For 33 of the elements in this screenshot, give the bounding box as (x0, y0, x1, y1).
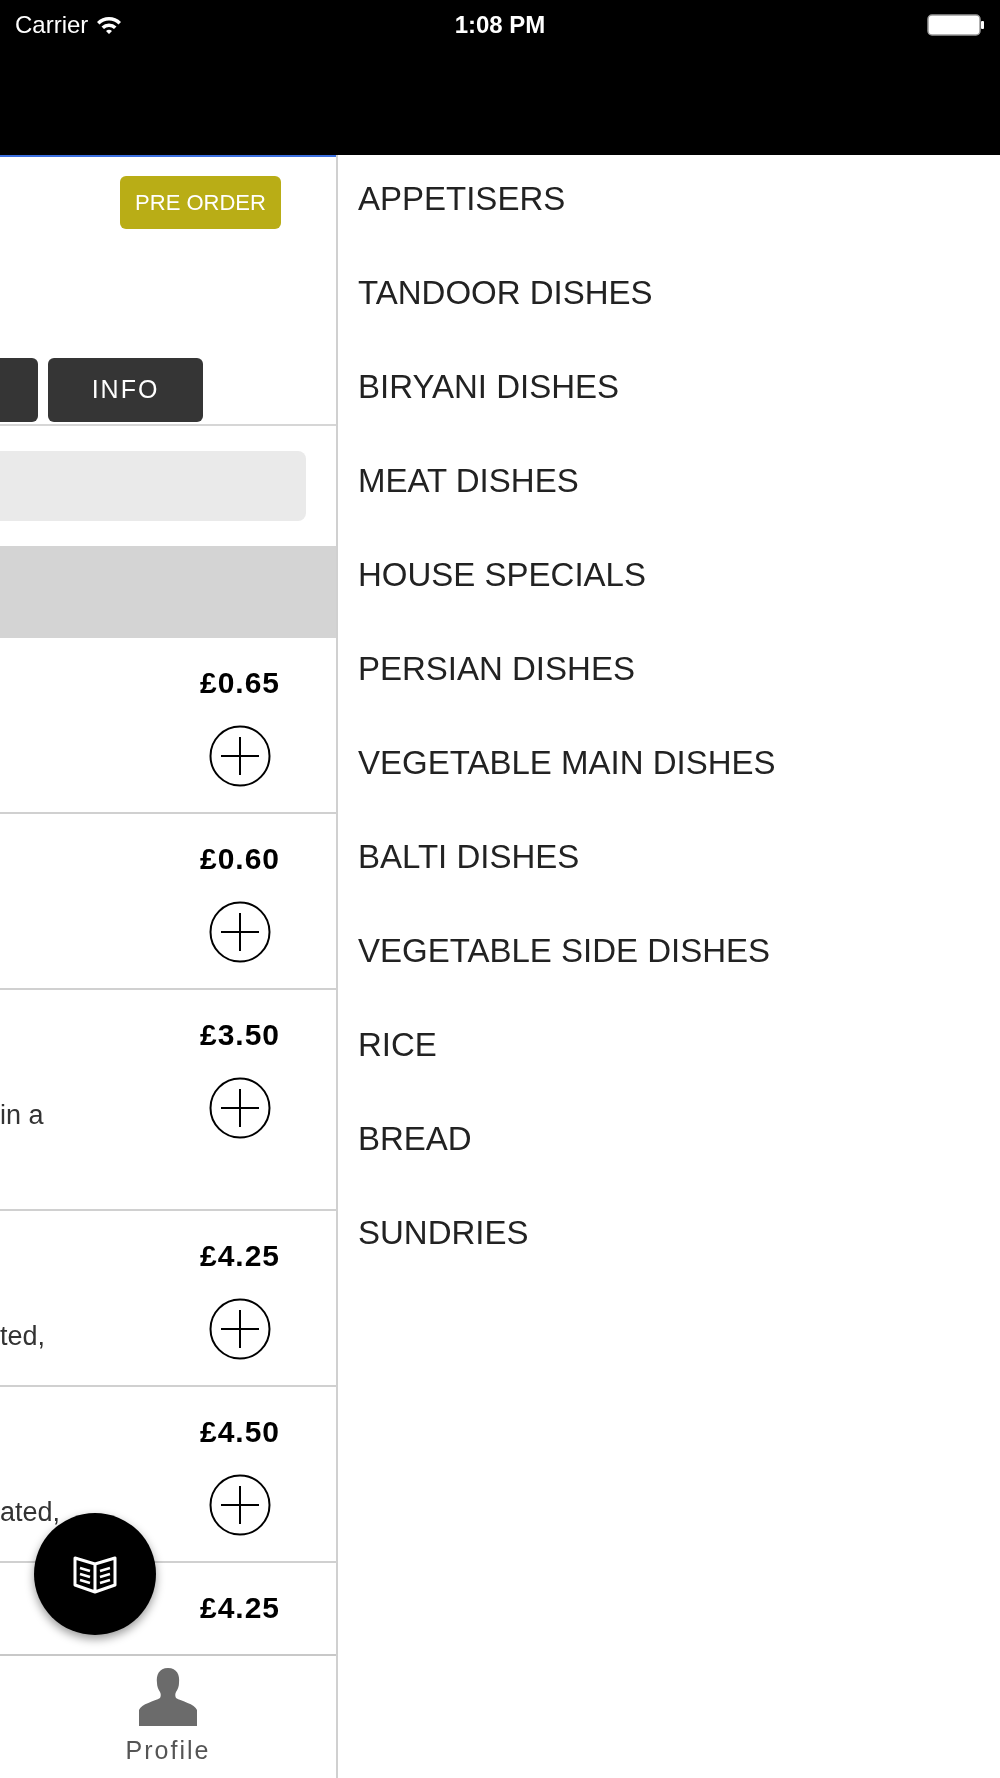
category-item[interactable]: HOUSE SPECIALS (358, 550, 1000, 644)
category-item[interactable]: BREAD (358, 1114, 1000, 1208)
add-icon[interactable] (209, 725, 271, 787)
profile-tab[interactable]: Profile (125, 1656, 211, 1778)
item-price: £0.65 (199, 665, 281, 701)
item-price: £4.25 (199, 1590, 281, 1626)
clock: 1:08 PM (454, 10, 546, 40)
item-description: in a (0, 1100, 44, 1130)
wifi-icon (96, 15, 123, 35)
category-item[interactable]: TANDOOR DISHES (358, 268, 1000, 362)
category-item[interactable]: SUNDRIES (358, 1208, 1000, 1302)
person-icon (137, 1666, 199, 1728)
item-price: £4.50 (199, 1414, 281, 1450)
category-item[interactable]: VEGETABLE SIDE DISHES (358, 926, 1000, 1020)
add-icon[interactable] (209, 901, 271, 963)
category-item[interactable]: MEAT DISHES (358, 456, 1000, 550)
item-description: ated, (0, 1497, 61, 1527)
category-item[interactable]: BIRYANI DISHES (358, 362, 1000, 456)
category-item[interactable]: VEGETABLE MAIN DISHES (358, 738, 1000, 832)
item-price: £0.60 (199, 841, 281, 877)
carrier-label: Carrier (15, 10, 89, 40)
add-icon[interactable] (209, 1298, 271, 1360)
battery-icon (927, 13, 985, 37)
category-item[interactable]: APPETISERS (358, 174, 1000, 268)
category-item[interactable]: BALTI DISHES (358, 832, 1000, 926)
add-icon[interactable] (209, 1474, 271, 1536)
item-price: £3.50 (199, 1017, 281, 1053)
item-description: ted, (0, 1321, 46, 1351)
tab-button[interactable]: INFO (48, 358, 203, 422)
item-price: £4.25 (199, 1238, 281, 1274)
category-item[interactable]: PERSIAN DISHES (358, 644, 1000, 738)
category-item[interactable]: RICE (358, 1020, 1000, 1114)
add-icon[interactable] (209, 1077, 271, 1139)
